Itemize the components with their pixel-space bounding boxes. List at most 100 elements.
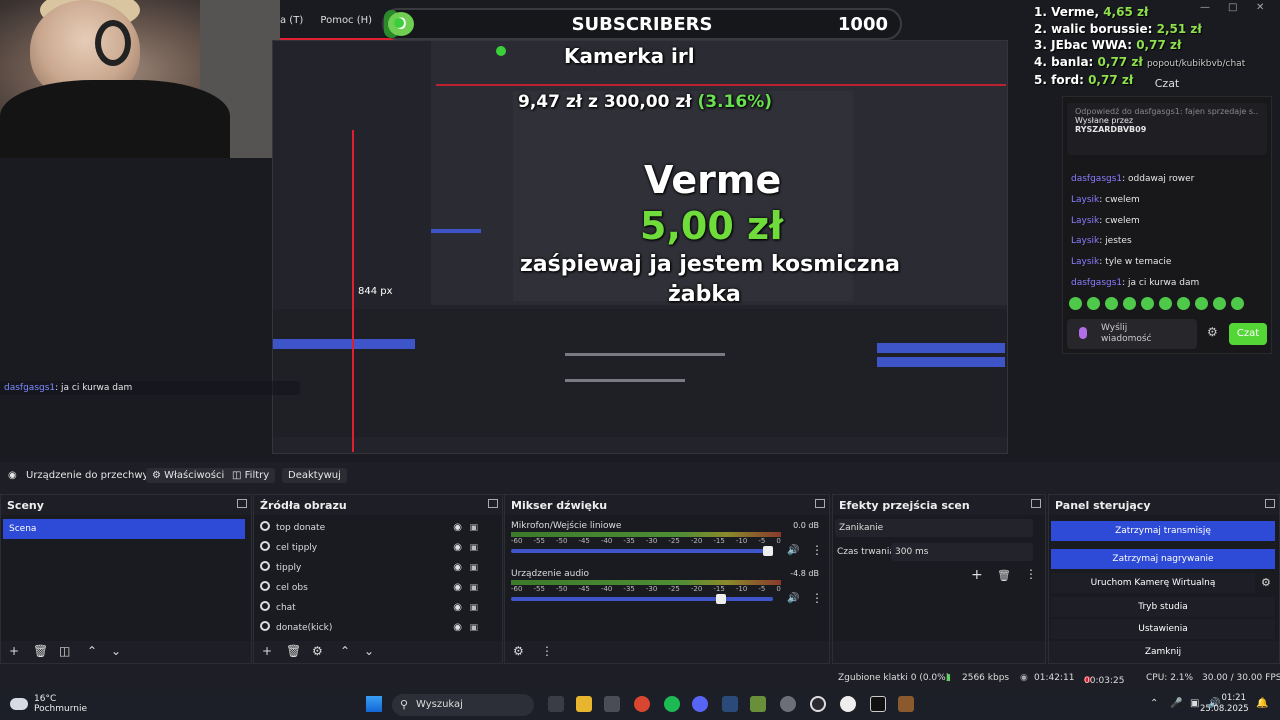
mic-icon[interactable]: 🎤 [1170, 698, 1182, 709]
trash-icon[interactable]: 🗑 [286, 644, 301, 658]
arrow-down-icon[interactable]: ⌄ [364, 644, 374, 658]
popout-icon[interactable] [237, 499, 247, 508]
eye-icon[interactable]: ◉ [453, 518, 462, 538]
volume-knob[interactable] [762, 546, 773, 556]
gear-icon[interactable]: ⚙ [312, 644, 323, 658]
lock-icon[interactable]: ▣ [469, 578, 478, 598]
pinned-user: RYSZARDBVB09 [1075, 125, 1147, 134]
lock-icon[interactable]: ▣ [469, 538, 478, 558]
more-icon[interactable]: ⋮ [811, 543, 823, 557]
stop-streaming-button[interactable]: Zatrzymaj transmisję [1051, 521, 1275, 541]
minimize-icon[interactable]: — [1200, 2, 1210, 13]
mixer-footer: ⚙ ⋮ [505, 641, 829, 663]
more-icon[interactable]: ⋮ [541, 644, 553, 658]
task-view-icon[interactable] [548, 696, 564, 712]
trash-icon[interactable]: 🗑 [33, 644, 48, 658]
clock[interactable]: 01:21 25.08.2025 [1200, 693, 1249, 715]
source-item[interactable]: chat ◉ ▣ [260, 598, 496, 618]
notification-icon[interactable]: 🔔 [1256, 698, 1268, 709]
settings-button[interactable]: Ustawienia [1051, 619, 1275, 639]
lock-icon[interactable]: ▣ [469, 618, 478, 638]
volume-slider[interactable] [511, 549, 773, 553]
source-item[interactable]: tipply ◉ ▣ [260, 558, 496, 578]
bitrate: 2566 kbps [962, 673, 1010, 683]
box-icon[interactable] [898, 696, 914, 712]
eye-icon[interactable]: ◉ [453, 578, 462, 598]
start-virtual-camera-button[interactable]: Uruchom Kamerę Wirtualną [1051, 573, 1255, 593]
volume-knob[interactable] [715, 594, 726, 604]
steam-icon[interactable] [722, 696, 738, 712]
emote-bar[interactable] [1069, 297, 1244, 310]
lock-icon[interactable]: ▣ [469, 558, 478, 578]
emote-icon [1213, 297, 1226, 310]
obs-icon[interactable] [810, 696, 826, 712]
handle-dot[interactable] [394, 18, 404, 28]
eye-icon[interactable]: ◉ [453, 598, 462, 618]
settings-app-icon[interactable] [780, 696, 796, 712]
volume-slider[interactable] [511, 597, 773, 601]
duration-input[interactable]: 300 ms [891, 543, 1033, 561]
arrow-up-icon[interactable]: ⌃ [340, 644, 350, 658]
speaker-icon[interactable]: 🔊 [787, 593, 799, 604]
gear-icon[interactable]: ⚙ [1207, 325, 1218, 339]
speaker-icon[interactable]: 🔊 [787, 545, 799, 556]
source-item[interactable]: cel obs ◉ ▣ [260, 578, 496, 598]
more-icon[interactable]: ⋮ [811, 591, 823, 605]
source-item[interactable]: donate(kick) ◉ ▣ [260, 618, 496, 638]
preview-canvas[interactable]: a (T) Pomoc (H) 0 SUBSCRIBERS 1000 [0, 0, 1280, 462]
arrow-up-icon[interactable]: ⌃ [87, 644, 97, 658]
filters-button[interactable]: ◫ Filtry [226, 468, 276, 483]
lock-icon[interactable]: ▣ [469, 518, 478, 538]
filter-icon[interactable]: ◫ [59, 644, 70, 658]
popout-icon[interactable] [1031, 499, 1041, 508]
eye-icon[interactable]: ◉ [453, 538, 462, 558]
pinned-message: Odpowiedź do dasfgasgs1: fajen sprzedaje… [1067, 103, 1267, 155]
chrome-icon[interactable] [634, 696, 650, 712]
store-icon[interactable] [604, 696, 620, 712]
trash-icon[interactable]: 🗑 [997, 569, 1011, 582]
file-explorer-icon[interactable] [576, 696, 592, 712]
eye-icon[interactable]: ◉ [453, 558, 462, 578]
popout-icon[interactable] [1265, 499, 1275, 508]
popout-icon[interactable] [488, 499, 498, 508]
minecraft-icon[interactable] [750, 696, 766, 712]
scene-item[interactable]: Scena [3, 519, 245, 539]
close-icon[interactable]: ✕ [1256, 2, 1264, 13]
menu-item-tools[interactable]: a (T) [280, 15, 303, 26]
tick-label: -55 [533, 585, 545, 593]
transition-type-select[interactable]: Zanikanie [835, 519, 1033, 537]
capcut-icon[interactable] [870, 696, 886, 712]
taskbar-search[interactable]: ⚲ Wyszukaj [392, 694, 534, 716]
popout-icon[interactable] [815, 499, 825, 508]
maximize-icon[interactable]: □ [1228, 2, 1237, 13]
arrow-down-icon[interactable]: ⌄ [111, 644, 121, 658]
monitor-icon[interactable]: ▣ [1190, 698, 1199, 709]
spotify-icon[interactable] [664, 696, 680, 712]
chevron-up-icon[interactable]: ⌃ [1150, 698, 1158, 709]
stop-recording-button[interactable]: Zatrzymaj nagrywanie [1051, 549, 1275, 569]
source-item[interactable]: top donate ◉ ▣ [260, 518, 496, 538]
app-icon[interactable] [840, 696, 856, 712]
emote-icon [1123, 297, 1136, 310]
exit-button[interactable]: Zamknij [1051, 642, 1275, 662]
gear-icon[interactable]: ⚙ [513, 644, 524, 658]
gear-icon[interactable]: ⚙ [1261, 576, 1271, 589]
eye-icon[interactable]: ◉ [453, 618, 462, 638]
source-item[interactable]: cel tipply ◉ ▣ [260, 538, 496, 558]
windows-start-icon[interactable] [366, 696, 382, 712]
deactivate-button[interactable]: Deaktywuj [282, 468, 347, 483]
source-type-icon [260, 561, 270, 571]
studio-mode-button[interactable]: Tryb studia [1051, 597, 1275, 617]
lock-icon[interactable]: ▣ [469, 598, 478, 618]
alert-amount: 5,00 zł [640, 204, 784, 248]
add-icon[interactable]: + [9, 644, 19, 658]
discord-icon[interactable] [692, 696, 708, 712]
add-icon[interactable]: + [971, 567, 983, 583]
menu-item-help[interactable]: Pomoc (H) [320, 15, 372, 26]
chat-send-button[interactable]: Czat [1229, 323, 1267, 345]
add-icon[interactable]: + [262, 644, 272, 658]
chat-input[interactable]: Wyślij wiadomość [1067, 319, 1197, 349]
handle-dot[interactable] [496, 46, 506, 56]
more-icon[interactable]: ⋮ [1025, 567, 1037, 581]
properties-button[interactable]: ⚙ Właściwości [146, 468, 231, 483]
